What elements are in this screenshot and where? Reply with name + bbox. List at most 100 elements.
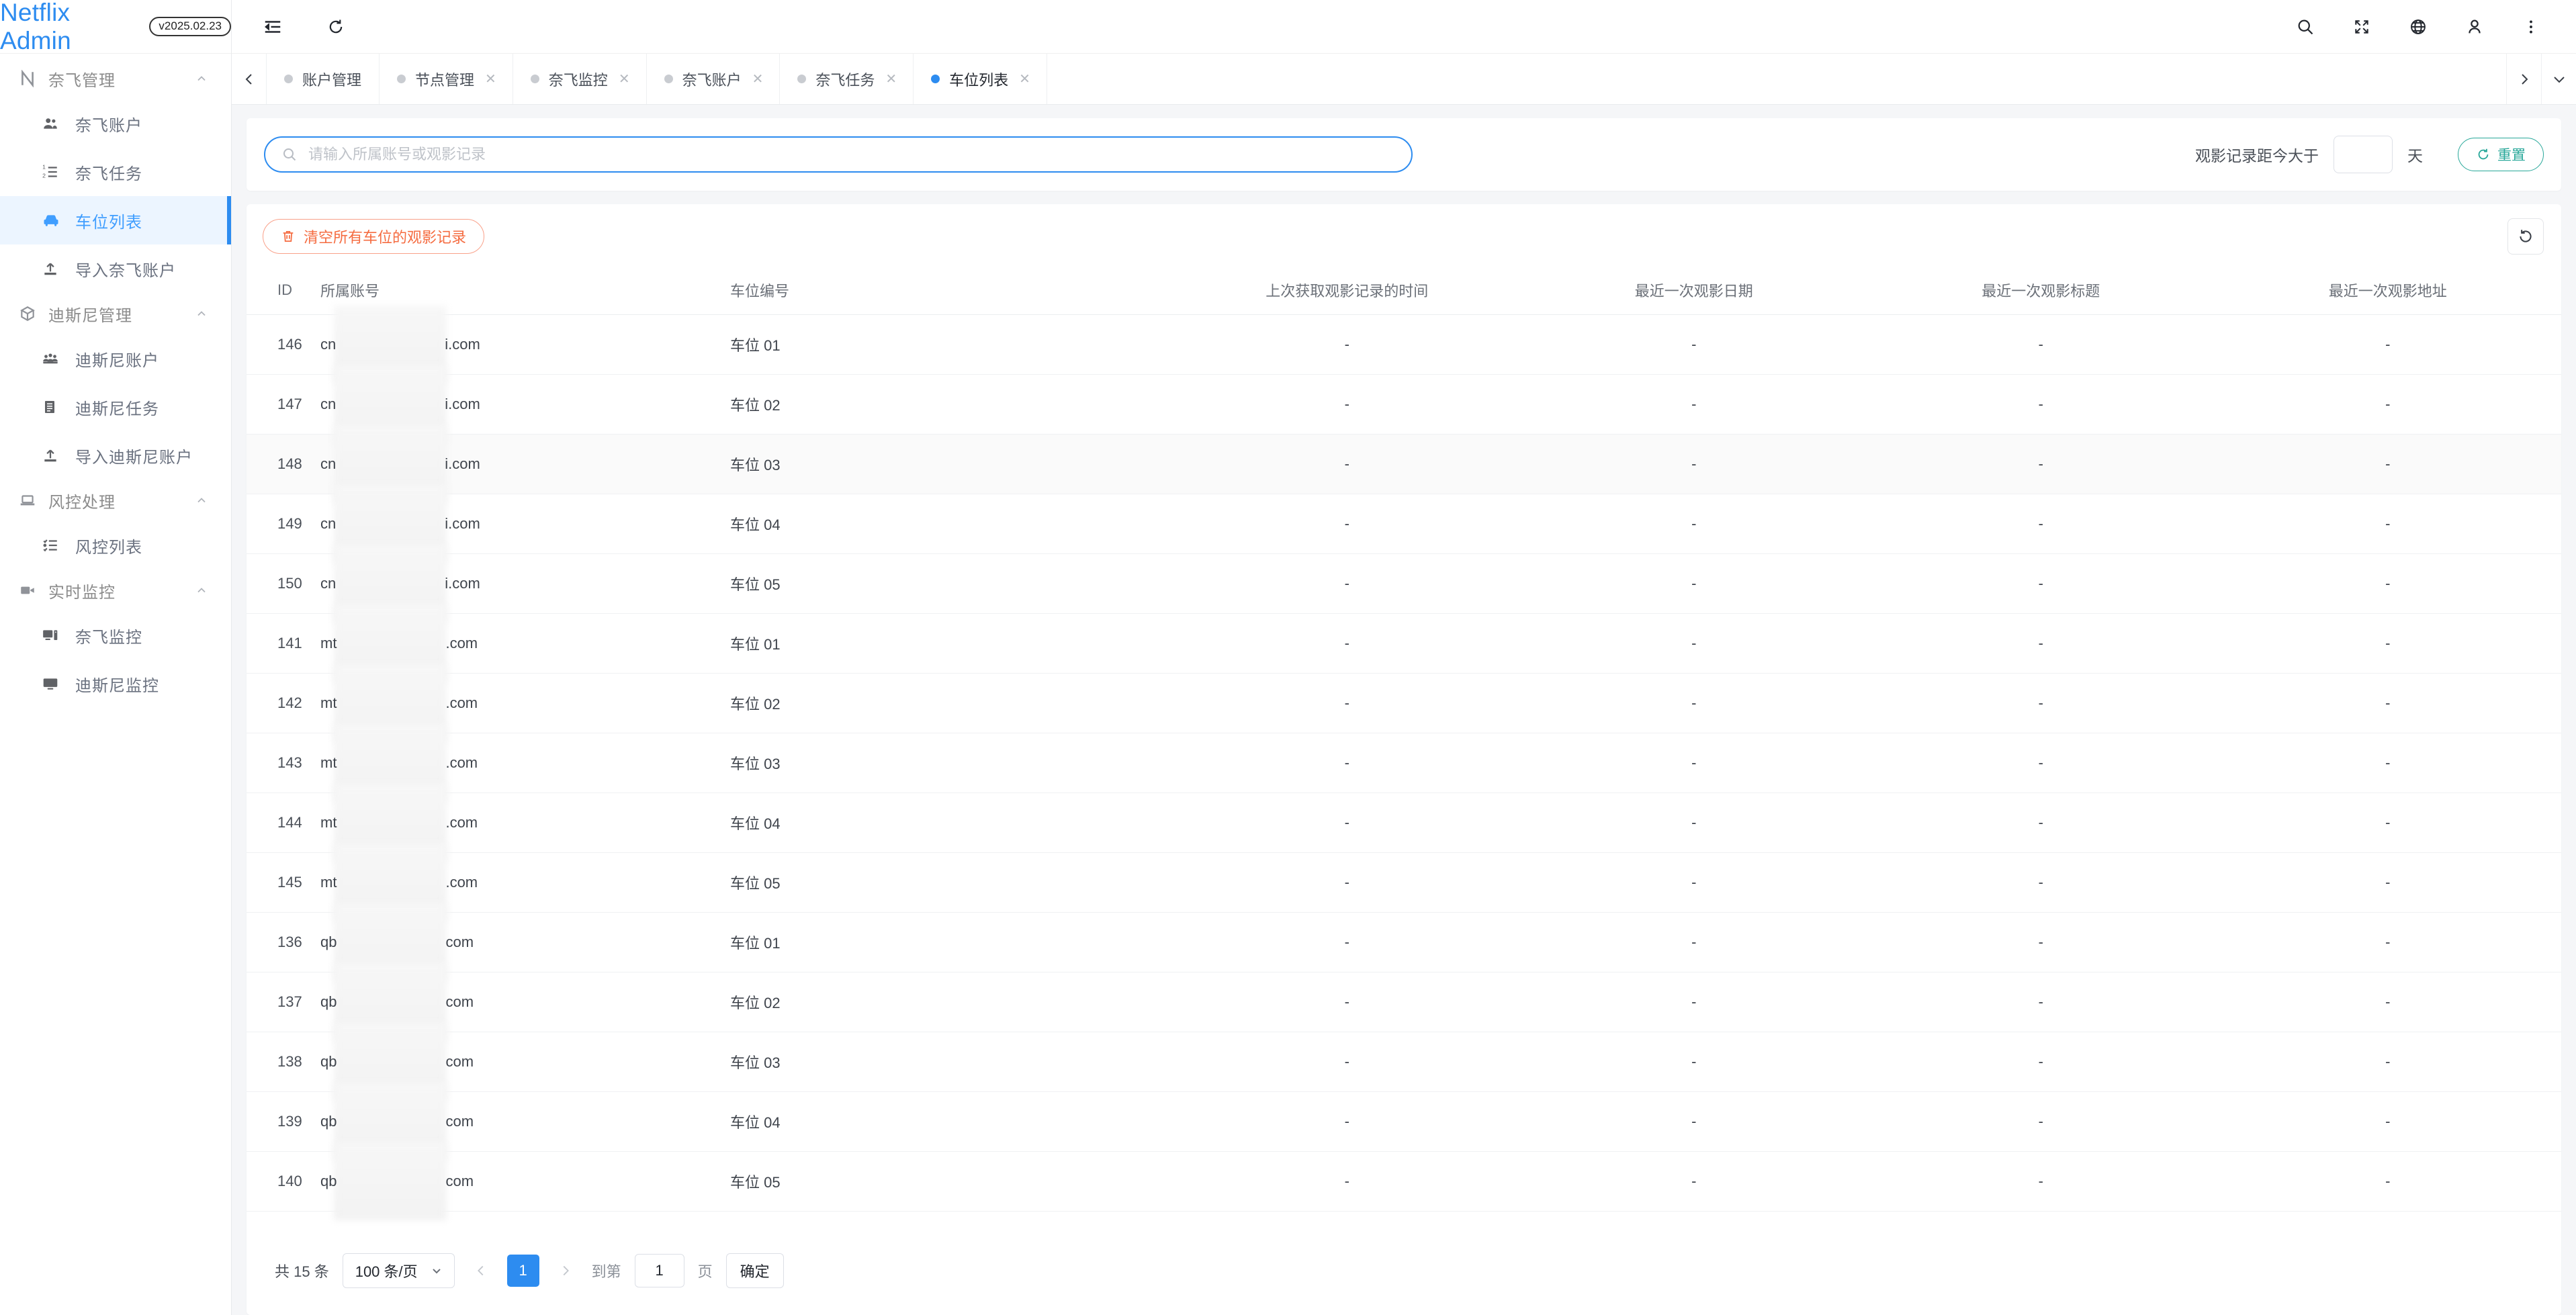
jump-page-input[interactable] <box>634 1254 684 1287</box>
tab-close-icon[interactable]: ✕ <box>1018 73 1032 86</box>
tab-account-management[interactable]: 账户管理 <box>267 54 380 104</box>
cell-account: cn i.com <box>320 365 730 443</box>
table-row[interactable]: 137 qb com 车位 02- - - - <box>247 963 2561 1041</box>
cell-last-fetch-time: - <box>1173 613 1521 674</box>
search-input[interactable] <box>308 146 1395 163</box>
table-row[interactable]: 144 mt .com 车位 04- - - - <box>247 784 2561 862</box>
search-box[interactable] <box>264 136 1413 173</box>
tab-label: 节点管理 <box>415 71 475 89</box>
table-row[interactable]: 145 mt .com 车位 05- - - - <box>247 844 2561 921</box>
more-vertical-icon[interactable] <box>2516 11 2546 42</box>
sidebar-item-disney-monitor[interactable]: 迪斯尼监控 <box>0 660 231 708</box>
sidebar-item-disney-tasks[interactable]: 迪斯尼任务 <box>0 383 231 431</box>
sidebar-item-disney-accounts[interactable]: 迪斯尼账户 <box>0 334 231 383</box>
user-avatar-icon[interactable] <box>2459 11 2490 42</box>
cell-last-watch-title: - <box>1867 1032 2215 1092</box>
clear-all-watch-records-button[interactable]: 清空所有车位的观影记录 <box>263 219 485 254</box>
jump-to-label: 到第 <box>591 1263 621 1280</box>
table-row[interactable]: 139 qb com 车位 04- - - - <box>247 1083 2561 1161</box>
next-page-button[interactable] <box>553 1263 578 1278</box>
checklist-icon <box>42 537 69 554</box>
sidebar-group-risk[interactable]: 风控处理 <box>0 480 231 521</box>
admin-app: Netflix Admin v2025.02.23 奈飞管理 奈飞账户 1 2 … <box>0 0 2576 1315</box>
col-header-last-watch-date[interactable]: 最近一次观影日期 <box>1520 269 1867 315</box>
cell-account: qb com <box>320 1142 730 1220</box>
reset-button[interactable]: 重置 <box>2458 138 2544 171</box>
table-row[interactable]: 136 qb com 车位 01- - - - <box>247 903 2561 981</box>
cell-id: 147 <box>247 374 320 435</box>
col-header-last-watch-address[interactable]: 最近一次观影地址 <box>2214 269 2561 315</box>
prev-page-button[interactable] <box>468 1263 494 1278</box>
page-number-1[interactable]: 1 <box>506 1255 539 1287</box>
sidebar-item-risk-list[interactable]: 风控列表 <box>0 521 231 570</box>
cell-account: mt .com <box>320 724 730 802</box>
tab-close-icon[interactable]: ✕ <box>751 73 765 86</box>
tab-node-management[interactable]: 节点管理 ✕ <box>380 54 513 104</box>
sidebar-item-label: 导入奈飞账户 <box>75 261 176 280</box>
upload-icon <box>42 447 69 464</box>
table-row[interactable]: 148 cn i.com 车位 03- - - - <box>247 425 2561 503</box>
redaction-mask <box>334 1083 447 1161</box>
sidebar-item-netflix-accounts[interactable]: 奈飞账户 <box>0 99 231 148</box>
collapse-menu-icon[interactable] <box>257 11 288 42</box>
page-size-select[interactable]: 100 条/页 <box>342 1253 455 1288</box>
tab-list: 账户管理 节点管理 ✕ 奈飞监控 ✕ 奈飞账户 ✕ 奈飞任务 ✕ 车位列表 ✕ <box>267 54 2506 104</box>
table-row[interactable]: 149 cn i.com 车位 04- - - - <box>247 485 2561 563</box>
sidebar-group-disney[interactable]: 迪斯尼管理 <box>0 293 231 334</box>
cell-last-watch-date: - <box>1520 434 1867 494</box>
tab-status-dot <box>397 75 406 83</box>
cell-last-watch-title: - <box>1867 434 2215 494</box>
table-row[interactable]: 143 mt .com 车位 03- - - - <box>247 724 2561 802</box>
table-row[interactable]: 150 cn i.com 车位 05- - - - <box>247 545 2561 623</box>
sidebar-group-monitor[interactable]: 实时监控 <box>0 570 231 611</box>
cell-last-fetch-time: - <box>1173 1032 1521 1092</box>
cell-account: cn i.com <box>320 545 730 623</box>
tab-close-icon[interactable]: ✕ <box>484 73 498 86</box>
tab-netflix-tasks[interactable]: 奈飞任务 ✕ <box>780 54 914 104</box>
cell-last-watch-title: - <box>1867 613 2215 674</box>
cell-slot-number: 车位 02 <box>730 972 1173 1032</box>
col-header-slot-number[interactable]: 车位编号 <box>730 269 1173 315</box>
tab-scroll-right-icon[interactable] <box>2506 54 2541 104</box>
col-header-account[interactable]: 所属账号 <box>320 269 730 315</box>
cell-id: 138 <box>247 1032 320 1092</box>
tab-close-icon[interactable]: ✕ <box>884 73 898 86</box>
table-row[interactable]: 142 mt .com 车位 02- - - - <box>247 664 2561 742</box>
tab-dropdown-icon[interactable] <box>2541 54 2576 104</box>
days-input[interactable] <box>2334 136 2393 173</box>
refresh-table-icon[interactable] <box>2507 218 2544 255</box>
search-icon[interactable] <box>2290 11 2321 42</box>
sidebar-item-netflix-monitor[interactable]: 奈飞监控 <box>0 611 231 660</box>
table-row[interactable]: 147 cn i.com 车位 02- - - - <box>247 365 2561 443</box>
col-header-last-watch-title[interactable]: 最近一次观影标题 <box>1867 269 2215 315</box>
topbar <box>232 0 2576 54</box>
sidebar-item-import-disney-accounts[interactable]: 导入迪斯尼账户 <box>0 431 231 480</box>
table-row[interactable]: 146 cn i.com 车位 01- - - - <box>247 306 2561 383</box>
sidebar-group-label: 风控处理 <box>48 493 116 512</box>
ordered-list-icon: 12 <box>42 163 69 181</box>
cell-slot-number: 车位 05 <box>730 553 1173 614</box>
refresh-icon[interactable] <box>320 11 351 42</box>
fullscreen-icon[interactable] <box>2346 11 2377 42</box>
redaction-mask <box>334 903 447 981</box>
confirm-jump-button[interactable]: 确定 <box>725 1253 784 1288</box>
cell-account: qb com <box>320 903 730 981</box>
tab-scroll-left-icon[interactable] <box>232 54 267 104</box>
sidebar-item-label: 迪斯尼任务 <box>75 400 159 418</box>
tab-close-icon[interactable]: ✕ <box>617 73 631 86</box>
sidebar-group-netflix[interactable]: 奈飞管理 <box>0 58 231 99</box>
language-globe-icon[interactable] <box>2403 11 2434 42</box>
sidebar-item-netflix-tasks[interactable]: 12 奈飞任务 <box>0 148 231 196</box>
tab-netflix-accounts[interactable]: 奈飞账户 ✕ <box>647 54 781 104</box>
tab-netflix-monitor[interactable]: 奈飞监控 ✕ <box>513 54 647 104</box>
col-header-id[interactable]: ID <box>247 269 320 315</box>
cell-last-watch-address: - <box>2214 912 2561 972</box>
tab-slot-list[interactable]: 车位列表 ✕ <box>914 54 1047 104</box>
sidebar-item-import-netflix-accounts[interactable]: 导入奈飞账户 <box>0 244 231 293</box>
sidebar-item-slot-list[interactable]: 车位列表 <box>0 196 231 244</box>
display-icon <box>42 675 69 692</box>
table-row[interactable]: 141 mt .com 车位 01- - - - <box>247 604 2561 682</box>
table-row[interactable]: 140 qb com 车位 05- - - - <box>247 1142 2561 1220</box>
col-header-last-fetch-time[interactable]: 上次获取观影记录的时间 <box>1173 269 1521 315</box>
table-row[interactable]: 138 qb com 车位 03- - - - <box>247 1023 2561 1101</box>
